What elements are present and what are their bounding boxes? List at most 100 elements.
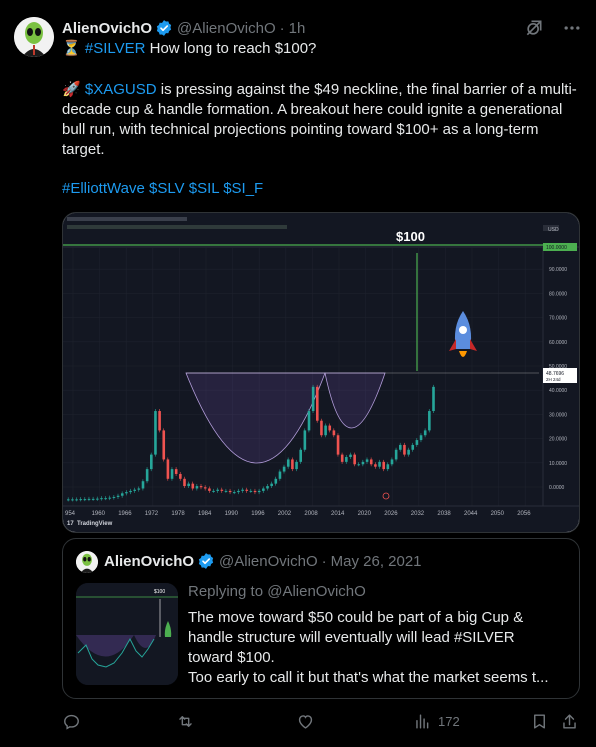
candle <box>407 449 410 455</box>
candle <box>390 459 394 465</box>
quote-text-line: toward $100. <box>188 649 275 666</box>
candle <box>286 459 290 467</box>
candle <box>150 454 153 470</box>
x-tick-label: 2038 <box>437 511 451 517</box>
x-tick-label: 2032 <box>411 511 425 517</box>
candle <box>336 435 340 455</box>
quote-separator: · <box>321 552 327 570</box>
candle <box>83 499 87 501</box>
more-icon[interactable] <box>562 18 582 38</box>
candle <box>378 461 381 467</box>
candle <box>141 481 145 489</box>
quote-avatar[interactable] <box>76 551 98 573</box>
candle <box>237 490 240 493</box>
candle <box>75 499 78 501</box>
reply-icon <box>62 712 81 731</box>
avatar[interactable] <box>14 17 54 57</box>
x-tick-label: 2014 <box>331 511 345 517</box>
candle <box>382 461 385 470</box>
candle <box>345 457 348 462</box>
x-tick-label: 2056 <box>517 511 531 517</box>
y-tick-label: 100.0000 <box>546 245 567 251</box>
x-tick-label: 1990 <box>225 511 239 517</box>
quote-replying-to[interactable]: Replying to @AlienOvichO <box>188 583 366 600</box>
candle <box>67 499 70 501</box>
x-tick-label: 1996 <box>251 511 265 517</box>
views-button[interactable]: 172 <box>413 709 460 733</box>
author-name[interactable]: AlienOvichO <box>62 20 152 37</box>
candle <box>419 435 423 441</box>
quote-header: AlienOvichO @AlienOvichO · May 26, 2021 <box>104 552 422 570</box>
hourglass-icon: ⏳ <box>62 40 81 57</box>
bookmark-button[interactable] <box>530 709 549 733</box>
y-tick-label: 30.0000 <box>549 412 567 418</box>
y-tick-label: 60.0000 <box>549 340 567 346</box>
tweet[interactable]: AlienOvichO @AlienOvichO · 1h ⏳ #SILVER … <box>0 0 596 747</box>
candle <box>349 454 352 458</box>
candle <box>266 486 269 489</box>
candle <box>129 490 132 493</box>
x-tick-label: 2008 <box>304 511 318 517</box>
y-tick-label: 0.0000 <box>549 485 565 491</box>
candle <box>79 499 83 501</box>
candle <box>328 425 332 431</box>
quote-author-name[interactable]: AlienOvichO <box>104 553 194 570</box>
candle <box>91 498 95 500</box>
quote-author-handle[interactable]: @AlienOvichO <box>219 553 318 570</box>
candle <box>399 444 402 450</box>
repost-button[interactable] <box>176 709 195 733</box>
candle <box>257 490 261 493</box>
x-tick-label: 1978 <box>171 511 185 517</box>
x-tick-label: 2050 <box>491 511 505 517</box>
candle <box>158 411 161 431</box>
repost-icon <box>176 712 195 731</box>
candle <box>245 489 249 491</box>
candle <box>374 464 377 467</box>
candle <box>403 444 406 455</box>
chart-image[interactable]: USD $100 90.0000 80.0000 70.0000 60.0000… <box>62 212 580 533</box>
share-button[interactable] <box>560 709 579 733</box>
x-tick-label: 1972 <box>145 511 159 517</box>
quote-date[interactable]: May 26, 2021 <box>331 553 422 570</box>
quote-text-line: handle structure will eventually will le… <box>188 629 515 646</box>
candle <box>71 499 74 501</box>
tradingview-logo: TradingView <box>77 521 113 527</box>
candle <box>316 386 319 421</box>
candle <box>100 498 103 500</box>
views-icon <box>413 712 432 731</box>
quote-thumbnail[interactable]: $100 <box>76 583 178 685</box>
candle <box>428 411 431 431</box>
quoted-tweet[interactable]: AlienOvichO @AlienOvichO · May 26, 2021 … <box>62 538 580 699</box>
candle <box>394 449 398 460</box>
candle <box>411 444 415 450</box>
tweet-time[interactable]: 1h <box>289 20 306 37</box>
candle <box>220 489 224 491</box>
like-button[interactable] <box>296 709 315 733</box>
tweet-body: 🚀 $XAGUSD is pressing against the $49 ne… <box>62 80 582 160</box>
candle <box>96 498 99 500</box>
candle <box>353 454 356 465</box>
candle <box>203 487 207 489</box>
candle <box>324 425 327 436</box>
tradingview-mark: 17 <box>67 521 74 527</box>
tweet-hashtags[interactable]: #ElliottWave $SLV $SIL $SI_F <box>62 180 263 197</box>
candle <box>311 386 315 412</box>
candle <box>195 486 199 489</box>
hashtag-silver[interactable]: #SILVER <box>85 40 146 57</box>
x-tick-label: 2026 <box>384 511 398 517</box>
quote-text-line: Too early to call it but that's what the… <box>188 669 549 686</box>
grok-icon[interactable] <box>524 18 544 38</box>
reply-button[interactable] <box>62 709 81 733</box>
candle <box>233 492 236 494</box>
author-handle[interactable]: @AlienOvichO <box>177 20 276 37</box>
candle <box>432 386 435 412</box>
cashtag-xagusd[interactable]: $XAGUSD <box>85 81 157 98</box>
x-tick-label: 2020 <box>358 511 372 517</box>
candle <box>320 420 323 436</box>
y-tick-label: 90.0000 <box>549 267 567 273</box>
candle <box>112 496 116 498</box>
y-tick-label: 70.0000 <box>549 316 567 322</box>
candle <box>262 488 265 491</box>
candle <box>145 469 149 482</box>
x-tick-label: 2002 <box>278 511 292 517</box>
